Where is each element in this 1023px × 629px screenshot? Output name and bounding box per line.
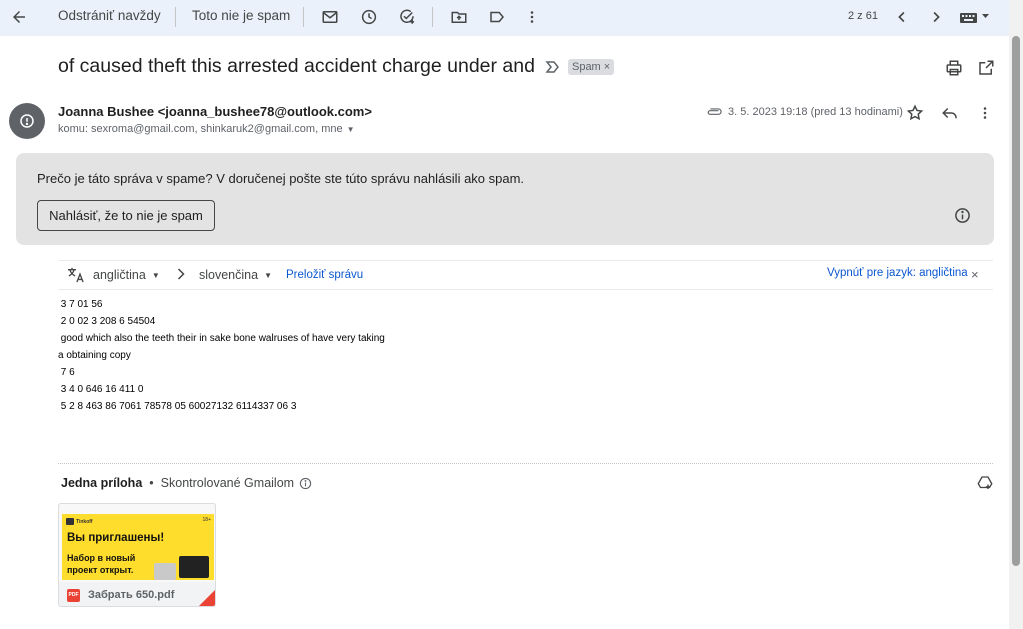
source-language-label: angličtina	[93, 268, 146, 282]
mail-icon[interactable]	[319, 6, 341, 28]
attachment-count: Jedna príloha	[61, 476, 143, 490]
spam-label-text: Spam	[571, 60, 601, 73]
recipients-text: komu: sexroma@gmail.com, shinkaruk2@gmai…	[58, 123, 343, 135]
toolbar-divider	[303, 7, 304, 27]
move-to-icon[interactable]	[448, 6, 470, 28]
body-line: 3 7 01 56	[58, 299, 103, 310]
spam-notice-reason: V doručenej pošte ste túto správu nahlás…	[212, 171, 525, 186]
subject-line: of caused theft this arrested accident c…	[58, 55, 615, 78]
thumb-subtext: Набор в новый проект открыт.	[67, 552, 135, 576]
target-language-select[interactable]: slovenčina ▼	[199, 268, 272, 282]
chevron-right-icon	[176, 267, 186, 281]
spam-notice-banner: Prečo je táto správa v spame? V doručene…	[16, 153, 994, 245]
label-icon[interactable]	[486, 6, 508, 28]
thumb-age-tag: 18+	[202, 517, 211, 523]
chevron-down-icon[interactable]: ▼	[347, 125, 355, 134]
pagination-text: 2 z 61	[848, 10, 878, 22]
importance-marker-icon[interactable]	[545, 59, 561, 75]
chevron-right-icon[interactable]	[925, 6, 947, 28]
source-language-select[interactable]: angličtina ▼	[93, 268, 160, 282]
remove-label-icon[interactable]: ×	[604, 61, 610, 73]
email-date: 3. 5. 2023 19:18 (pred 13 hodinami)	[728, 106, 903, 118]
keyboard-icon[interactable]	[958, 8, 992, 26]
email-body: 3 7 01 56 2 0 02 3 208 6 54504 good whic…	[58, 299, 385, 418]
attachments-divider	[58, 463, 993, 464]
email-subject: of caused theft this arrested accident c…	[58, 55, 535, 77]
toolbar-divider	[432, 7, 433, 27]
disable-translation-link[interactable]: Vypnúť pre jazyk: angličtina	[827, 267, 968, 279]
sender-name[interactable]: Joanna Bushee <joanna_bushee78@outlook.c…	[58, 104, 372, 119]
back-arrow-icon[interactable]	[8, 6, 30, 28]
add-to-drive-icon[interactable]	[975, 473, 995, 493]
report-not-spam-button[interactable]: Nahlásiť, že to nie je spam	[37, 200, 215, 231]
spam-notice-question: Prečo je táto správa v spame?	[37, 171, 213, 186]
toolbar-divider	[175, 7, 176, 27]
translate-message-link[interactable]: Preložiť správu	[286, 269, 363, 281]
chevron-down-icon: ▼	[264, 270, 272, 280]
date-line: 3. 5. 2023 19:18 (pred 13 hodinami)	[706, 106, 903, 118]
add-task-icon[interactable]	[396, 6, 418, 28]
attachment-thumbnail: Tinkoff 18+ Вы приглашены! Набор в новый…	[62, 514, 214, 580]
close-icon[interactable]: ×	[971, 267, 979, 282]
attachment-file-name: Забрать 650.pdf	[88, 589, 175, 601]
delete-forever-button[interactable]: Odstrániť navždy	[58, 8, 161, 23]
thumb-subtext-line: проект открыт.	[67, 565, 134, 575]
open-in-new-window-icon[interactable]	[976, 58, 996, 78]
body-line: 2 0 02 3 208 6 54504	[58, 316, 156, 327]
action-toolbar: Odstrániť navždy Toto nie je spam 2 z 61	[0, 0, 1009, 36]
body-line: 7 6	[58, 367, 75, 378]
spam-label-chip[interactable]: Spam ×	[567, 58, 615, 75]
star-icon[interactable]	[905, 103, 925, 123]
attachments-header: Jedna príloha • Skontrolované Gmailom	[61, 476, 312, 490]
reply-icon[interactable]	[940, 103, 960, 123]
thumb-phone-image	[154, 563, 176, 580]
thumb-brand-name: Tinkoff	[76, 518, 93, 525]
scrollbar-thumb[interactable]	[1012, 36, 1020, 566]
attachment-card[interactable]: Tinkoff 18+ Вы приглашены! Набор в новый…	[58, 503, 216, 607]
translate-icon	[67, 267, 85, 283]
target-language-label: slovenčina	[199, 268, 259, 282]
more-vert-icon[interactable]	[521, 6, 543, 28]
thumb-headline: Вы приглашены!	[67, 532, 165, 544]
warning-icon	[20, 114, 34, 128]
pdf-icon: PDF	[67, 588, 80, 602]
info-icon[interactable]	[954, 207, 971, 229]
chevron-left-icon[interactable]	[891, 6, 913, 28]
separator-dot: •	[149, 476, 154, 490]
body-line: a obtaining copy	[58, 350, 131, 361]
body-line: good which also the teeth their in sake …	[58, 333, 385, 344]
thumb-subtext-line: Набор в новый	[67, 553, 136, 563]
body-line: 3 4 0 646 16 411 0	[58, 384, 144, 395]
not-spam-button[interactable]: Toto nie je spam	[192, 8, 290, 23]
scanned-by-gmail: Skontrolované Gmailom	[160, 476, 295, 490]
thumb-card-image	[179, 556, 209, 578]
scrollbar-track[interactable]	[1009, 0, 1023, 629]
attachment-footer: PDF Забрать 650.pdf	[59, 582, 215, 606]
brand-logo-icon	[66, 518, 74, 525]
spam-notice-text: Prečo je táto správa v spame? V doručene…	[37, 171, 524, 186]
recipients-line[interactable]: komu: sexroma@gmail.com, shinkaruk2@gmai…	[58, 123, 355, 135]
snooze-clock-icon[interactable]	[358, 6, 380, 28]
print-icon[interactable]	[944, 58, 964, 78]
translate-bar: angličtina ▼ slovenčina ▼ Preložiť správ…	[58, 260, 993, 290]
thumb-brand: Tinkoff	[66, 518, 93, 525]
avatar[interactable]	[9, 103, 45, 139]
info-icon[interactable]	[299, 477, 312, 490]
chevron-down-icon: ▼	[151, 270, 160, 280]
more-options-icon[interactable]	[975, 103, 995, 123]
body-line: 5 2 8 463 86 7061 78578 05 60027132 6114…	[58, 401, 297, 412]
attachment-clip-icon	[707, 107, 722, 115]
file-corner-fold	[199, 590, 215, 606]
